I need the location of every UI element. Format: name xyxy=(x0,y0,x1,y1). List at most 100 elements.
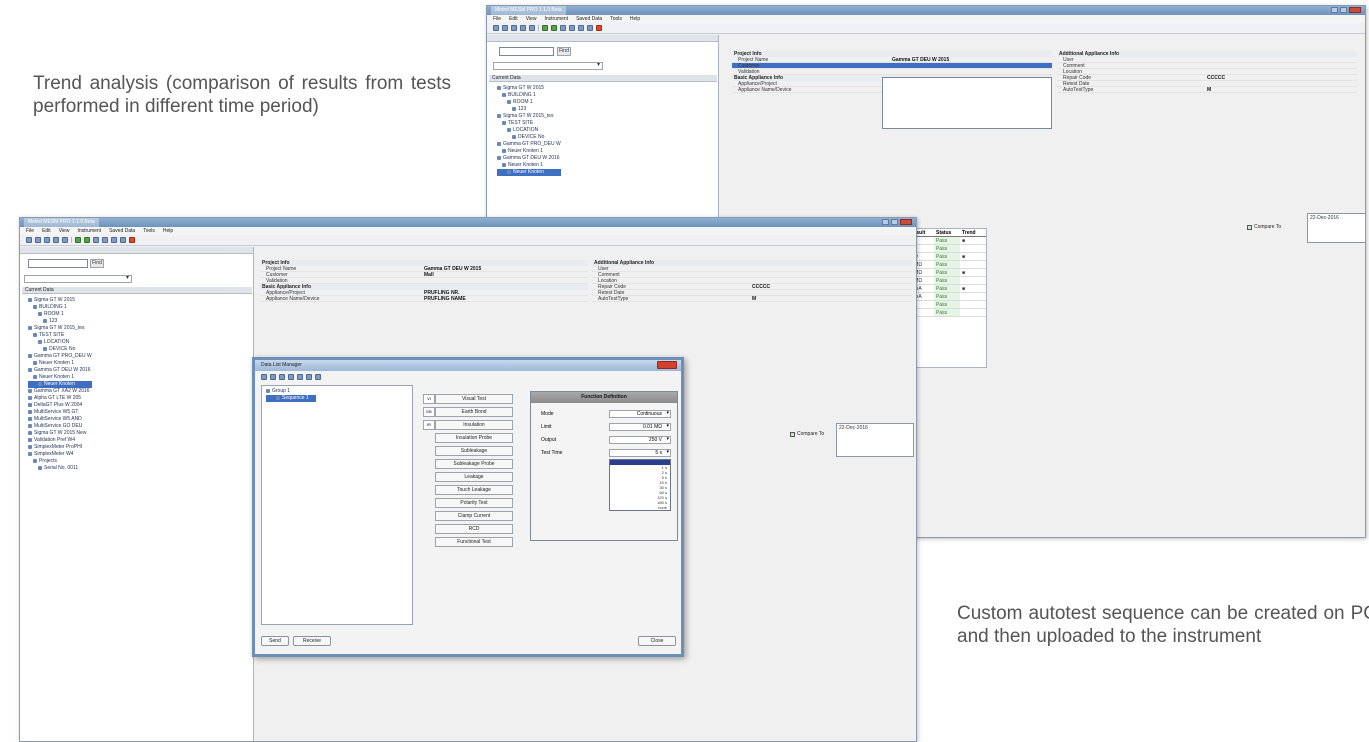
upload-icon[interactable] xyxy=(578,25,584,31)
menu-tools[interactable]: Tools xyxy=(143,227,155,235)
tree-node[interactable]: BUILDING 1 xyxy=(497,92,561,99)
function-button[interactable]: Subleakage xyxy=(435,446,513,456)
prop-row[interactable]: AutoTestType M xyxy=(592,296,912,302)
new-icon[interactable] xyxy=(511,25,517,31)
tree-node[interactable]: Projects xyxy=(28,458,92,465)
search-icon[interactable] xyxy=(279,373,285,380)
tree-node[interactable]: ROOM 1 xyxy=(28,311,92,318)
customer-dropdown-list[interactable] xyxy=(882,77,1052,129)
tree-node-group[interactable]: Group 1 xyxy=(266,388,316,395)
function-button[interactable]: Touch Leakage xyxy=(435,485,513,495)
tree-node[interactable]: SimplexMeter ProPHI xyxy=(28,444,92,451)
front-find-button[interactable]: Find xyxy=(90,259,104,268)
tree-node-sequence[interactable]: Sequence 1 xyxy=(266,395,316,402)
tree-node[interactable]: Neuer Knoten 1 xyxy=(497,148,561,155)
print-icon[interactable] xyxy=(93,237,99,243)
tree-node[interactable]: MultiService GO DEU xyxy=(28,423,92,430)
front-filter-select[interactable] xyxy=(24,274,132,283)
check-icon[interactable] xyxy=(75,237,81,243)
function-button[interactable]: Functional Test xyxy=(435,537,513,547)
limit-select[interactable]: 0.01 MΩ xyxy=(609,423,671,431)
results-row[interactable]: 0 ΩPass■ xyxy=(908,253,986,261)
back-date-field[interactable]: 22-Dec-2016 xyxy=(1307,213,1365,243)
save-icon[interactable] xyxy=(26,237,32,243)
back-search-input[interactable] xyxy=(499,47,554,56)
tree-node[interactable]: Serial No. 0011 xyxy=(28,465,92,472)
tree-node[interactable]: TEST SITE xyxy=(28,332,92,339)
dialog-close-icon[interactable] xyxy=(657,361,677,369)
compare-checkbox[interactable] xyxy=(790,431,795,437)
tree-node[interactable]: Gamma GT DEU W 2016 xyxy=(497,155,561,162)
move-up-icon[interactable] xyxy=(306,373,312,380)
minimize-button[interactable] xyxy=(1331,7,1338,13)
download-icon[interactable] xyxy=(120,237,126,243)
exit-icon[interactable] xyxy=(129,237,135,243)
tree-node[interactable]: DEVICE No xyxy=(28,346,92,353)
menu-file[interactable]: File xyxy=(26,227,34,235)
new-group-icon[interactable] xyxy=(261,373,267,380)
close-button[interactable] xyxy=(1349,7,1361,13)
check-all-icon[interactable] xyxy=(551,25,557,31)
function-button[interactable]: Visual Test xyxy=(435,394,513,404)
close-button[interactable] xyxy=(900,219,912,225)
function-button[interactable]: Polarity Test xyxy=(435,498,513,508)
delete-icon[interactable] xyxy=(297,373,303,380)
results-row[interactable]: 0 MΩPass xyxy=(908,277,986,285)
tree-node[interactable]: Sigma GT W 2015 xyxy=(28,297,92,304)
tree-node[interactable]: LOCATION xyxy=(28,339,92,346)
dropdown-option[interactable]: none xyxy=(610,505,670,510)
results-row[interactable]: Pass xyxy=(908,309,986,317)
receive-button[interactable]: Receive xyxy=(293,636,331,646)
function-button[interactable]: Leakage xyxy=(435,472,513,482)
function-button[interactable]: RCD xyxy=(435,524,513,534)
compare-checkbox[interactable] xyxy=(1247,224,1252,230)
function-button[interactable]: Insulation Probe xyxy=(435,433,513,443)
send-button[interactable]: Send xyxy=(261,636,289,646)
front-date-field[interactable]: 22-Dec-2016 xyxy=(836,423,914,457)
move-down-icon[interactable] xyxy=(315,373,321,380)
prop-row[interactable]: AutoTestType M xyxy=(1057,87,1357,93)
new-icon[interactable] xyxy=(44,237,50,243)
add-icon[interactable] xyxy=(520,25,526,31)
menu-saved-data[interactable]: Saved Data xyxy=(109,227,135,235)
tree-node[interactable]: DeltaGT Plus W 2004 xyxy=(28,402,92,409)
download-icon[interactable] xyxy=(587,25,593,31)
close-button[interactable]: Close xyxy=(638,636,676,646)
mode-select[interactable]: Continuous xyxy=(609,410,671,418)
tree-node[interactable]: MultiService W5 AND xyxy=(28,416,92,423)
tree-node[interactable]: Neuer Knoten 1 xyxy=(28,360,92,367)
add-icon[interactable] xyxy=(288,373,294,380)
maximize-button[interactable] xyxy=(1340,7,1347,13)
test-time-select[interactable]: 5 s xyxy=(609,449,671,457)
function-button[interactable]: Insulation xyxy=(435,420,513,430)
tree-node[interactable]: Gamma GT DEU W 2016 xyxy=(28,367,92,374)
tree-node[interactable]: LOCATION xyxy=(497,127,561,134)
tree-node[interactable]: Sigma GT W 2015 xyxy=(497,85,561,92)
open-icon[interactable] xyxy=(502,25,508,31)
tree-node[interactable]: MultiService W5 GT xyxy=(28,409,92,416)
menu-view[interactable]: View xyxy=(59,227,70,235)
menu-file[interactable]: File xyxy=(493,15,501,23)
menu-instrument[interactable]: Instrument xyxy=(77,227,101,235)
open-icon[interactable] xyxy=(35,237,41,243)
delete-icon[interactable] xyxy=(529,25,535,31)
back-filter-select[interactable] xyxy=(493,61,603,70)
tree-node[interactable]: SimplexMeter W4 xyxy=(28,451,92,458)
save-icon[interactable] xyxy=(493,25,499,31)
add-icon[interactable] xyxy=(53,237,59,243)
menu-edit[interactable]: Edit xyxy=(509,15,518,23)
tree-node[interactable]: Sigma GT W 2015_tes xyxy=(497,113,561,120)
menu-edit[interactable]: Edit xyxy=(42,227,51,235)
front-search-input[interactable] xyxy=(28,259,88,268)
front-compare-to[interactable]: Compare To xyxy=(790,431,824,437)
tree-node[interactable]: 123 xyxy=(497,106,561,113)
check-all-icon[interactable] xyxy=(84,237,90,243)
tree-node-selected[interactable]: Neuer Knoten xyxy=(497,169,561,176)
tree-node[interactable]: Neuer Knoten 1 xyxy=(28,374,92,381)
exit-icon[interactable] xyxy=(596,25,602,31)
check-icon[interactable] xyxy=(542,25,548,31)
tree-node[interactable]: BUILDING 1 xyxy=(28,304,92,311)
tree-node[interactable]: TEST SITE xyxy=(497,120,561,127)
tree-node[interactable]: DEVICE No xyxy=(497,134,561,141)
results-row[interactable]: 0 MΩPass■ xyxy=(908,269,986,277)
